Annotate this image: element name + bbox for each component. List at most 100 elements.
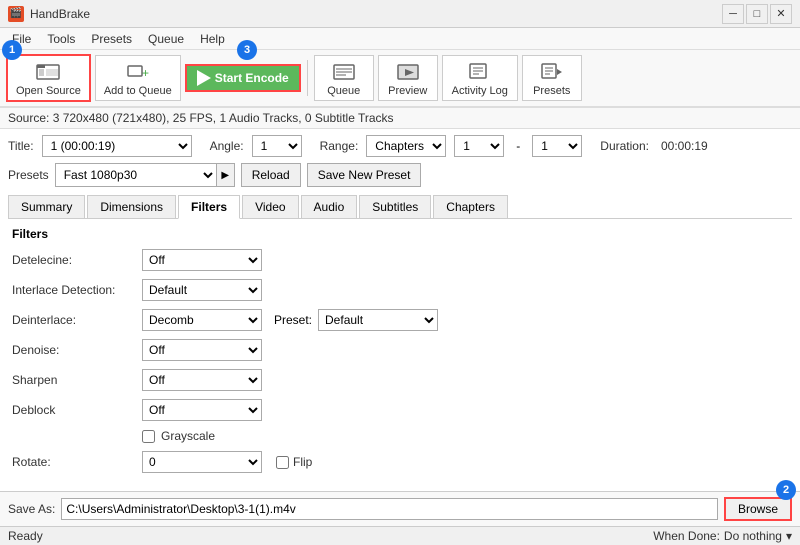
- rotate-row: Rotate: 0 Flip: [12, 451, 788, 473]
- open-source-icon: [36, 59, 60, 83]
- tabs: Summary Dimensions Filters Video Audio S…: [8, 195, 792, 219]
- sharpen-select[interactable]: Off: [142, 369, 262, 391]
- grayscale-checkbox[interactable]: [142, 430, 155, 443]
- detelecine-label: Detelecine:: [12, 253, 142, 267]
- content-wrapper: Title: 1 (00:00:19) Angle: 1 Range: Chap…: [0, 129, 800, 545]
- save-new-preset-button[interactable]: Save New Preset: [307, 163, 422, 187]
- minimize-button[interactable]: ─: [722, 4, 744, 24]
- rotate-label: Rotate:: [12, 455, 142, 469]
- sharpen-row: Sharpen Off: [12, 369, 788, 391]
- start-encode-label: Start Encode: [215, 71, 289, 85]
- source-bar: Source: 3 720x480 (721x480), 25 FPS, 1 A…: [0, 108, 800, 129]
- range-type-select[interactable]: Chapters: [366, 135, 446, 157]
- tab-audio[interactable]: Audio: [301, 195, 358, 218]
- open-source-button[interactable]: Open Source: [6, 54, 91, 102]
- maximize-button[interactable]: □: [746, 4, 768, 24]
- save-as-input[interactable]: [61, 498, 718, 520]
- status-text: Ready: [8, 529, 43, 543]
- tab-video[interactable]: Video: [242, 195, 298, 218]
- toolbar-separator-1: [307, 60, 308, 96]
- deinterlace-preset-select[interactable]: Default: [318, 309, 438, 331]
- sharpen-label: Sharpen: [12, 373, 142, 387]
- when-done-arrow-icon: ▾: [786, 529, 792, 543]
- presets-label: Presets: [8, 168, 49, 182]
- title-select[interactable]: 1 (00:00:19): [42, 135, 192, 157]
- badge-2: 2: [776, 480, 796, 500]
- badge-1: 1: [2, 40, 22, 60]
- tab-chapters[interactable]: Chapters: [433, 195, 508, 218]
- filters-title: Filters: [12, 227, 788, 241]
- title-row: Title: 1 (00:00:19) Angle: 1 Range: Chap…: [8, 135, 792, 157]
- angle-select[interactable]: 1: [252, 135, 302, 157]
- presets-icon: [540, 59, 564, 83]
- interlace-detection-select[interactable]: Default: [142, 279, 262, 301]
- denoise-select[interactable]: Off: [142, 339, 262, 361]
- queue-label: Queue: [327, 85, 360, 97]
- add-to-queue-button[interactable]: + Add to Queue: [95, 55, 181, 101]
- tab-dimensions[interactable]: Dimensions: [87, 195, 176, 218]
- reload-button[interactable]: Reload: [241, 163, 301, 187]
- title-label: Title:: [8, 139, 34, 153]
- start-encode-button[interactable]: Start Encode: [185, 64, 301, 92]
- add-to-queue-label: Add to Queue: [104, 85, 172, 97]
- duration-value: 00:00:19: [661, 139, 708, 153]
- preview-button[interactable]: Preview: [378, 55, 438, 101]
- interlace-detection-label: Interlace Detection:: [12, 283, 142, 297]
- presets-select-container: Fast 1080p30 ▶: [55, 163, 235, 187]
- save-as-label: Save As:: [8, 502, 55, 516]
- window-controls: ─ □ ✕: [722, 4, 792, 24]
- source-value: 3 720x480 (721x480), 25 FPS, 1 Audio Tra…: [53, 111, 394, 125]
- when-done-label: When Done:: [653, 529, 720, 543]
- flip-label: Flip: [293, 455, 312, 469]
- menu-queue[interactable]: Queue: [140, 30, 192, 48]
- main-area: Title: 1 (00:00:19) Angle: 1 Range: Chap…: [0, 129, 800, 491]
- denoise-row: Denoise: Off: [12, 339, 788, 361]
- preview-label: Preview: [388, 85, 427, 97]
- detelecine-row: Detelecine: Off: [12, 249, 788, 271]
- svg-text:+: +: [142, 66, 149, 80]
- toolbar: 1 Open Source + Add to Queue 3 Start Enc…: [0, 50, 800, 108]
- app-icon: 🎬: [8, 6, 24, 22]
- activity-log-button[interactable]: Activity Log: [442, 55, 518, 101]
- close-button[interactable]: ✕: [770, 4, 792, 24]
- menu-help[interactable]: Help: [192, 30, 233, 48]
- deinterlace-row: Deinterlace: Decomb Preset: Default: [12, 309, 788, 331]
- queue-button[interactable]: Queue: [314, 55, 374, 101]
- badge-3: 3: [237, 40, 257, 60]
- deinterlace-select[interactable]: Decomb: [142, 309, 262, 331]
- detelecine-select[interactable]: Off: [142, 249, 262, 271]
- range-separator: -: [512, 139, 524, 153]
- presets-arrow-button[interactable]: ▶: [216, 164, 234, 186]
- add-to-queue-icon: +: [126, 59, 150, 83]
- deblock-row: Deblock Off: [12, 399, 788, 421]
- play-icon: [197, 70, 211, 86]
- rotate-select[interactable]: 0: [142, 451, 262, 473]
- browse-button[interactable]: Browse: [724, 497, 792, 521]
- menu-tools[interactable]: Tools: [39, 30, 83, 48]
- menu-bar: File Tools Presets Queue Help: [0, 28, 800, 50]
- status-bar: Ready When Done: Do nothing ▾: [0, 526, 800, 545]
- source-label: Source:: [8, 111, 49, 125]
- presets-value-select[interactable]: Fast 1080p30: [56, 164, 216, 186]
- when-done-value: Do nothing: [724, 529, 782, 543]
- menu-presets[interactable]: Presets: [83, 30, 140, 48]
- tab-filters[interactable]: Filters: [178, 195, 240, 219]
- tab-subtitles[interactable]: Subtitles: [359, 195, 431, 218]
- deblock-select[interactable]: Off: [142, 399, 262, 421]
- flip-checkbox[interactable]: [276, 456, 289, 469]
- presets-button[interactable]: Presets: [522, 55, 582, 101]
- range-from-select[interactable]: 1: [454, 135, 504, 157]
- open-source-label: Open Source: [16, 85, 81, 97]
- tab-summary[interactable]: Summary: [8, 195, 85, 218]
- grayscale-label: Grayscale: [161, 429, 215, 443]
- presets-label: Presets: [533, 85, 570, 97]
- interlace-detection-row: Interlace Detection: Default: [12, 279, 788, 301]
- activity-log-label: Activity Log: [452, 85, 508, 97]
- denoise-label: Denoise:: [12, 343, 142, 357]
- range-to-select[interactable]: 1: [532, 135, 582, 157]
- when-done[interactable]: When Done: Do nothing ▾: [653, 529, 792, 543]
- title-bar: 🎬 HandBrake ─ □ ✕: [0, 0, 800, 28]
- deblock-label: Deblock: [12, 403, 142, 417]
- duration-label: Duration:: [600, 139, 649, 153]
- deinterlace-label: Deinterlace:: [12, 313, 142, 327]
